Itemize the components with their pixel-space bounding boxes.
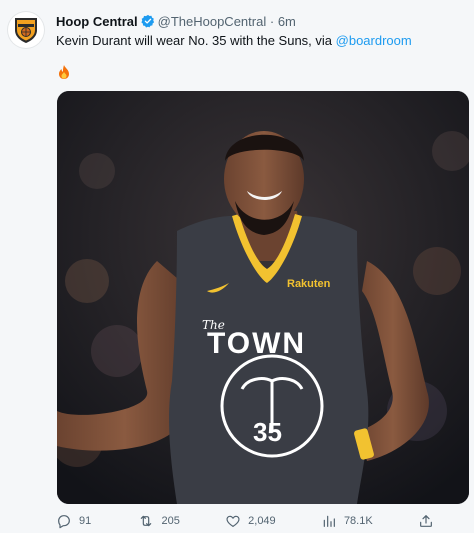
fire-emoji-icon bbox=[56, 64, 72, 80]
retweet-count: 205 bbox=[161, 515, 180, 527]
avatar-logo-icon bbox=[15, 18, 37, 43]
retweet-button[interactable]: 205 bbox=[137, 513, 180, 529]
tweet-text: Kevin Durant will wear No. 35 with the S… bbox=[56, 33, 464, 49]
views-count: 78.1K bbox=[343, 515, 373, 527]
tweet-actions: 91 205 2,049 78.1K bbox=[56, 510, 434, 532]
author-name[interactable]: Hoop Central bbox=[56, 14, 138, 29]
share-icon bbox=[420, 515, 432, 527]
reply-icon bbox=[58, 515, 70, 529]
tweet-time[interactable]: 6m bbox=[278, 14, 296, 29]
reply-count: 91 bbox=[79, 515, 92, 527]
views-button[interactable]: 78.1K bbox=[321, 513, 373, 529]
jersey-word-text: TOWN bbox=[207, 327, 306, 360]
mention-link[interactable]: @boardroom bbox=[336, 33, 412, 48]
retweet-icon bbox=[140, 515, 151, 527]
reply-button[interactable]: 91 bbox=[56, 513, 91, 529]
verified-badge-icon bbox=[140, 14, 155, 32]
views-icon bbox=[323, 515, 335, 527]
tweet-header: Hoop Central @TheHoopCentral · 6m bbox=[56, 14, 464, 32]
author-handle[interactable]: @TheHoopCentral bbox=[158, 14, 267, 29]
tweet-card: Hoop Central @TheHoopCentral · 6m Kevin D… bbox=[0, 0, 474, 533]
jersey-brand-text: Rakuten bbox=[287, 278, 331, 290]
like-count: 2,049 bbox=[248, 515, 276, 527]
tweet-media-image[interactable]: Rakuten The TOWN 35 bbox=[57, 91, 469, 504]
like-icon bbox=[226, 515, 240, 527]
header-separator: · bbox=[269, 14, 275, 29]
share-button[interactable] bbox=[418, 513, 434, 529]
tweet-text-body: Kevin Durant will wear No. 35 with the S… bbox=[56, 33, 336, 48]
player-photo: Rakuten The TOWN 35 bbox=[57, 91, 469, 504]
like-button[interactable]: 2,049 bbox=[225, 513, 276, 529]
avatar[interactable] bbox=[8, 12, 44, 48]
jersey-number-text: 35 bbox=[253, 417, 282, 447]
